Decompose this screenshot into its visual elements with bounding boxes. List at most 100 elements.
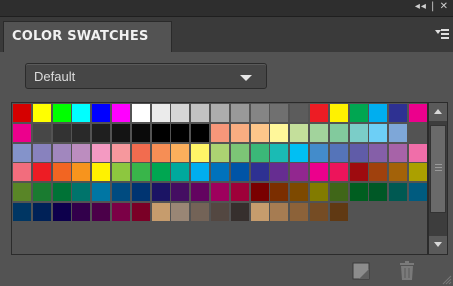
color-swatch[interactable]: [350, 104, 368, 122]
color-swatch[interactable]: [270, 203, 288, 221]
color-swatch[interactable]: [211, 163, 229, 181]
color-swatch[interactable]: [350, 124, 368, 142]
color-swatch[interactable]: [310, 203, 328, 221]
color-swatch[interactable]: [350, 163, 368, 181]
new-swatch-icon[interactable]: [352, 262, 370, 280]
color-swatch[interactable]: [132, 203, 150, 221]
color-swatch[interactable]: [53, 163, 71, 181]
color-swatch[interactable]: [251, 124, 269, 142]
color-swatch[interactable]: [270, 163, 288, 181]
color-swatch[interactable]: [211, 104, 229, 122]
color-swatch[interactable]: [369, 163, 387, 181]
color-swatch[interactable]: [231, 104, 249, 122]
color-swatch[interactable]: [191, 124, 209, 142]
color-swatch[interactable]: [152, 163, 170, 181]
color-swatch[interactable]: [72, 104, 90, 122]
color-swatch[interactable]: [270, 144, 288, 162]
color-swatch[interactable]: [92, 104, 110, 122]
color-swatch[interactable]: [330, 163, 348, 181]
color-swatch[interactable]: [171, 163, 189, 181]
scroll-down-button[interactable]: [429, 236, 447, 254]
color-swatch[interactable]: [270, 124, 288, 142]
color-swatch[interactable]: [112, 104, 130, 122]
color-swatch[interactable]: [409, 163, 427, 181]
panel-menu-icon[interactable]: [435, 28, 449, 40]
color-swatch[interactable]: [191, 163, 209, 181]
color-swatch[interactable]: [369, 144, 387, 162]
color-swatch[interactable]: [310, 104, 328, 122]
color-swatch[interactable]: [112, 124, 130, 142]
color-swatch[interactable]: [191, 104, 209, 122]
color-swatch[interactable]: [191, 203, 209, 221]
color-swatch[interactable]: [251, 104, 269, 122]
scroll-up-button[interactable]: [429, 103, 447, 121]
color-swatch[interactable]: [310, 183, 328, 201]
color-swatch[interactable]: [72, 183, 90, 201]
color-swatch[interactable]: [171, 183, 189, 201]
color-swatch[interactable]: [290, 144, 308, 162]
color-swatch[interactable]: [33, 163, 51, 181]
color-swatch[interactable]: [152, 124, 170, 142]
color-swatch[interactable]: [369, 183, 387, 201]
color-swatch[interactable]: [171, 124, 189, 142]
color-swatch[interactable]: [389, 183, 407, 201]
color-swatch[interactable]: [251, 203, 269, 221]
color-swatch[interactable]: [211, 203, 229, 221]
color-swatch[interactable]: [13, 163, 31, 181]
color-swatch[interactable]: [330, 144, 348, 162]
color-swatch[interactable]: [33, 203, 51, 221]
color-swatch[interactable]: [369, 124, 387, 142]
color-swatch[interactable]: [112, 183, 130, 201]
color-swatch[interactable]: [231, 124, 249, 142]
color-swatch[interactable]: [409, 104, 427, 122]
color-swatch[interactable]: [13, 203, 31, 221]
color-swatch[interactable]: [310, 124, 328, 142]
color-swatch[interactable]: [132, 104, 150, 122]
color-swatch[interactable]: [409, 144, 427, 162]
color-swatch[interactable]: [33, 183, 51, 201]
color-swatch[interactable]: [72, 144, 90, 162]
color-swatch[interactable]: [72, 203, 90, 221]
color-swatch[interactable]: [231, 183, 249, 201]
color-swatch[interactable]: [231, 144, 249, 162]
color-swatch[interactable]: [13, 104, 31, 122]
color-swatch[interactable]: [191, 183, 209, 201]
color-swatch[interactable]: [211, 144, 229, 162]
color-swatch[interactable]: [132, 124, 150, 142]
color-swatch[interactable]: [310, 144, 328, 162]
swatch-library-dropdown[interactable]: Default: [25, 63, 267, 89]
color-swatch[interactable]: [152, 183, 170, 201]
color-swatch[interactable]: [53, 104, 71, 122]
color-swatch[interactable]: [369, 104, 387, 122]
color-swatch[interactable]: [132, 144, 150, 162]
color-swatch[interactable]: [330, 124, 348, 142]
tab-color-swatches[interactable]: COLOR SWATCHES: [3, 21, 172, 52]
color-swatch[interactable]: [72, 163, 90, 181]
color-swatch[interactable]: [13, 183, 31, 201]
color-swatch[interactable]: [112, 163, 130, 181]
color-swatch[interactable]: [231, 203, 249, 221]
color-swatch[interactable]: [92, 124, 110, 142]
color-swatch[interactable]: [33, 144, 51, 162]
trash-icon[interactable]: [398, 261, 416, 281]
color-swatch[interactable]: [310, 163, 328, 181]
panel-collapse-close-controls[interactable]: ◂◂ | ✕: [415, 1, 449, 12]
scroll-thumb[interactable]: [430, 125, 446, 213]
color-swatch[interactable]: [251, 183, 269, 201]
color-swatch[interactable]: [389, 144, 407, 162]
color-swatch[interactable]: [290, 124, 308, 142]
color-swatch[interactable]: [191, 144, 209, 162]
color-swatch[interactable]: [290, 163, 308, 181]
color-swatch[interactable]: [231, 163, 249, 181]
color-swatch[interactable]: [171, 104, 189, 122]
color-swatch[interactable]: [409, 183, 427, 201]
color-swatch[interactable]: [112, 203, 130, 221]
color-swatch[interactable]: [290, 183, 308, 201]
color-swatch[interactable]: [13, 144, 31, 162]
color-swatch[interactable]: [92, 183, 110, 201]
color-swatch[interactable]: [270, 104, 288, 122]
color-swatch[interactable]: [53, 203, 71, 221]
color-swatch[interactable]: [290, 104, 308, 122]
color-swatch[interactable]: [13, 124, 31, 142]
color-swatch[interactable]: [53, 144, 71, 162]
